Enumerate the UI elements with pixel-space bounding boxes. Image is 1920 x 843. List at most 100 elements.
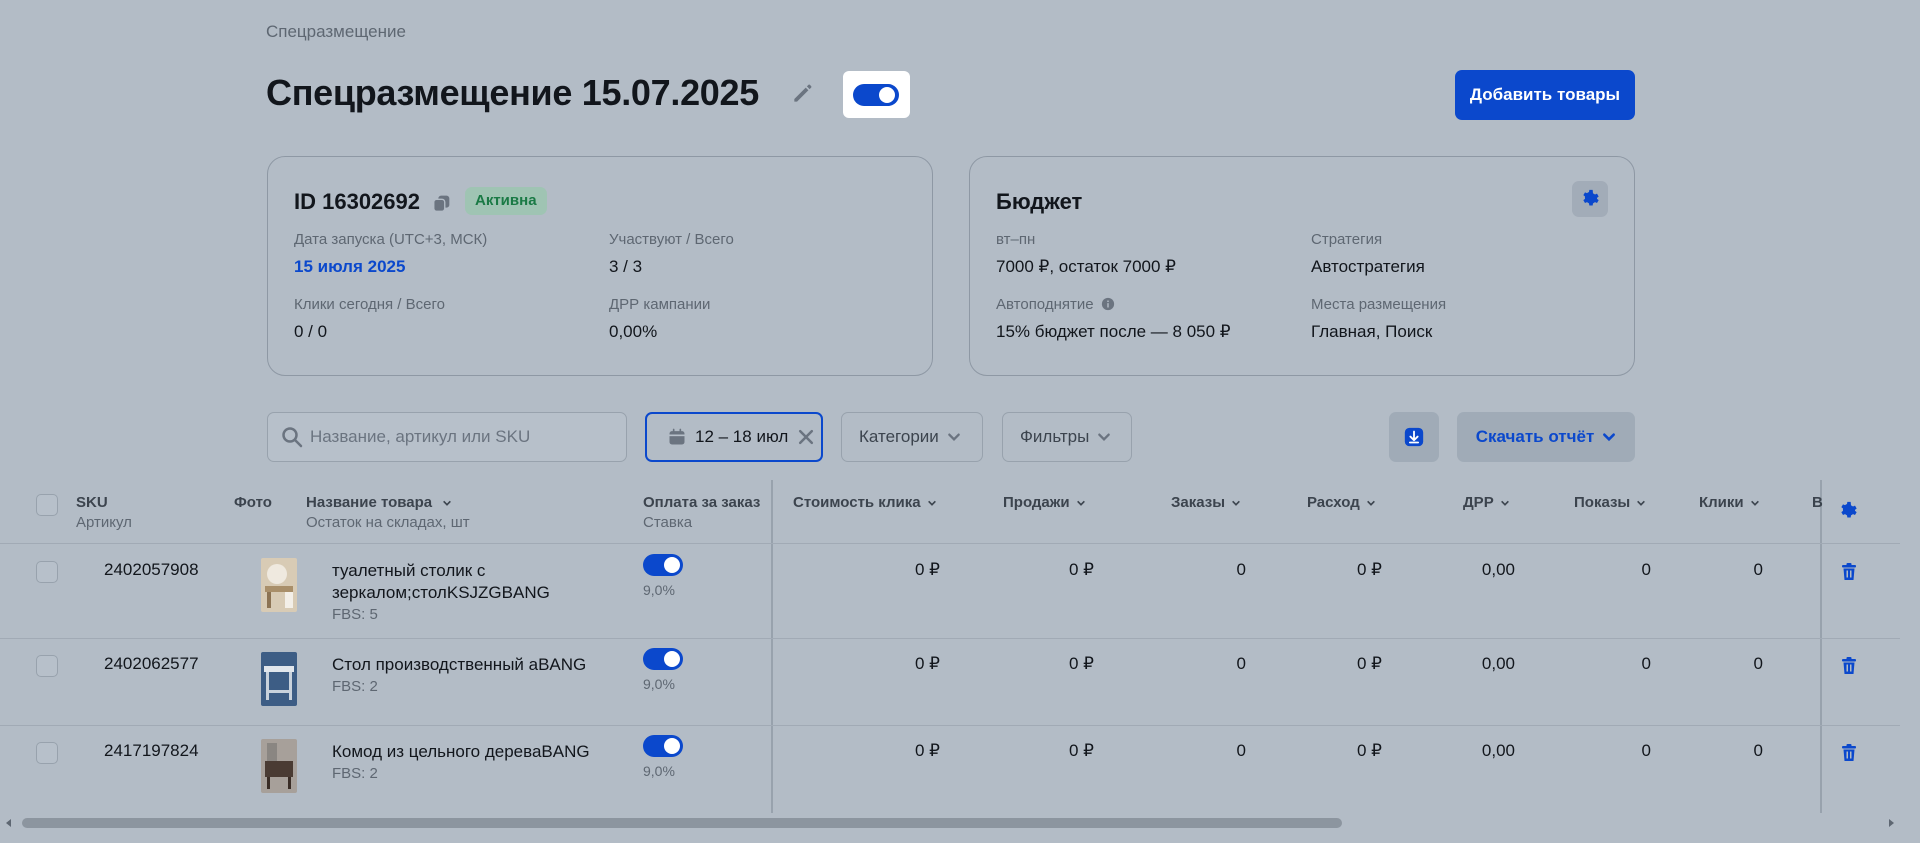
- pencil-icon[interactable]: [790, 80, 816, 106]
- launch-date-label: Дата запуска (UTC+3, МСК): [294, 231, 488, 248]
- click-cost-value: 0 ₽: [915, 560, 940, 579]
- product-name-link[interactable]: Комод из цельного дереваBANG: [332, 741, 590, 763]
- placement-value: Главная, Поиск: [1311, 322, 1433, 341]
- column-stock: Остаток на складах, шт: [306, 514, 470, 531]
- column-sales[interactable]: Продажи: [1003, 494, 1086, 511]
- drr-value: 0,00: [1481, 741, 1515, 760]
- column-name[interactable]: Название товара: [306, 494, 452, 511]
- clicks-label: Клики сегодня / Всего: [294, 296, 445, 313]
- strategy-label: Стратегия: [1311, 231, 1383, 248]
- chevron-down-icon: [927, 500, 936, 506]
- click-cost-value: 0 ₽: [915, 741, 940, 760]
- row-divider: [0, 638, 1900, 639]
- breadcrumb[interactable]: Спецразмещение: [266, 22, 406, 42]
- placement-label: Места размещения: [1311, 296, 1447, 313]
- budget-period-label: вт–пн: [996, 231, 1036, 248]
- budget-period-value: 7000 ₽, остаток 7000 ₽: [996, 257, 1177, 276]
- product-photo[interactable]: [261, 558, 297, 612]
- product-stock: FBS: 2: [332, 765, 378, 782]
- views-value: 0: [1641, 654, 1651, 673]
- row-sku: 2417197824: [104, 741, 199, 760]
- download-report-button[interactable]: Скачать отчёт: [1457, 412, 1635, 462]
- autoraise-value: 15% бюджет после — 8 050 ₽: [996, 322, 1231, 341]
- budget-card: Бюджет вт–пн 7000 ₽, остаток 7000 ₽ Стра…: [969, 156, 1635, 376]
- pay-per-order-toggle[interactable]: [643, 554, 683, 576]
- clicks-value: 0 / 0: [294, 322, 328, 341]
- search-input[interactable]: [267, 412, 627, 462]
- row-checkbox[interactable]: [36, 742, 58, 764]
- select-all-checkbox[interactable]: [36, 494, 58, 516]
- copy-icon[interactable]: [431, 192, 453, 214]
- gear-icon[interactable]: [1838, 501, 1858, 521]
- row-checkbox[interactable]: [36, 561, 58, 583]
- chevron-down-icon: [1750, 500, 1759, 506]
- product-photo[interactable]: [261, 739, 297, 793]
- status-badge: Активна: [465, 187, 547, 215]
- filters-dropdown[interactable]: Фильтры: [1002, 412, 1132, 462]
- campaign-toggle[interactable]: [853, 84, 899, 106]
- trash-icon[interactable]: [1839, 743, 1859, 763]
- chevron-down-icon: [947, 433, 960, 441]
- scroll-right-icon[interactable]: [1886, 818, 1896, 828]
- trash-icon[interactable]: [1839, 562, 1859, 582]
- product-name-link[interactable]: туалетный столик с зеркалом;столKSJZGBANG: [332, 560, 550, 604]
- download-icon: [1404, 427, 1424, 447]
- info-icon[interactable]: [1101, 297, 1115, 311]
- row-checkbox[interactable]: [36, 655, 58, 677]
- rate-value: 9,0%: [643, 763, 675, 779]
- scroll-left-icon[interactable]: [4, 818, 14, 828]
- chevron-down-icon: [1098, 433, 1111, 441]
- date-range-filter[interactable]: 12 – 18 июл: [645, 412, 823, 462]
- clicks-value: 0: [1753, 560, 1763, 579]
- column-clicks[interactable]: Клики: [1699, 494, 1760, 511]
- trash-icon[interactable]: [1839, 656, 1859, 676]
- campaign-toggle-container: [843, 71, 910, 118]
- column-spend[interactable]: Расход: [1307, 494, 1376, 511]
- autoraise-label: Автоподнятие: [996, 296, 1115, 313]
- strategy-value: Автостратегия: [1311, 257, 1425, 276]
- column-orders[interactable]: Заказы: [1171, 494, 1241, 511]
- sales-value: 0 ₽: [1069, 741, 1094, 760]
- click-cost-value: 0 ₽: [915, 654, 940, 673]
- product-name-link[interactable]: Стол производственный aBANG: [332, 654, 586, 676]
- budget-settings-button[interactable]: [1572, 181, 1608, 217]
- orders-value: 0: [1236, 560, 1246, 579]
- column-cut-off: В: [1812, 494, 1823, 511]
- column-views[interactable]: Показы: [1574, 494, 1646, 511]
- drr-value: 0,00: [1481, 560, 1515, 579]
- download-report-label: Скачать отчёт: [1475, 427, 1595, 446]
- pay-per-order-toggle[interactable]: [643, 648, 683, 670]
- row-divider: [0, 725, 1900, 726]
- chevron-down-icon: [443, 500, 452, 506]
- sales-value: 0 ₽: [1069, 560, 1094, 579]
- campaign-id: ID 16302692: [294, 189, 420, 214]
- column-article: Артикул: [76, 514, 132, 531]
- views-value: 0: [1641, 741, 1651, 760]
- launch-date-link[interactable]: 15 июля 2025: [294, 257, 405, 277]
- clicks-value: 0: [1753, 741, 1763, 760]
- close-icon[interactable]: [796, 427, 816, 447]
- spend-value: 0 ₽: [1357, 560, 1382, 579]
- chevron-down-icon: [1603, 433, 1616, 442]
- product-stock: FBS: 5: [332, 606, 378, 623]
- filters-label: Фильтры: [1020, 427, 1090, 446]
- clicks-value: 0: [1753, 654, 1763, 673]
- column-photo: Фото: [234, 494, 272, 511]
- drr-value: 0,00%: [609, 322, 658, 341]
- column-click-cost[interactable]: Стоимость клика: [793, 494, 937, 511]
- chevron-down-icon: [1366, 500, 1375, 506]
- chevron-down-icon: [1076, 500, 1085, 506]
- add-products-button[interactable]: Добавить товары: [1455, 70, 1635, 120]
- scrollbar-thumb[interactable]: [22, 818, 1342, 828]
- row-sku: 2402062577: [104, 654, 199, 673]
- download-button[interactable]: [1389, 412, 1439, 462]
- column-drr[interactable]: ДРР: [1463, 494, 1510, 511]
- header-divider: [0, 543, 1900, 544]
- horizontal-scrollbar[interactable]: [0, 813, 1920, 833]
- rate-value: 9,0%: [643, 676, 675, 692]
- calendar-icon: [669, 428, 685, 445]
- pay-per-order-toggle[interactable]: [643, 735, 683, 757]
- gear-icon: [1583, 189, 1599, 206]
- product-photo[interactable]: [261, 652, 297, 706]
- categories-dropdown[interactable]: Категории: [841, 412, 983, 462]
